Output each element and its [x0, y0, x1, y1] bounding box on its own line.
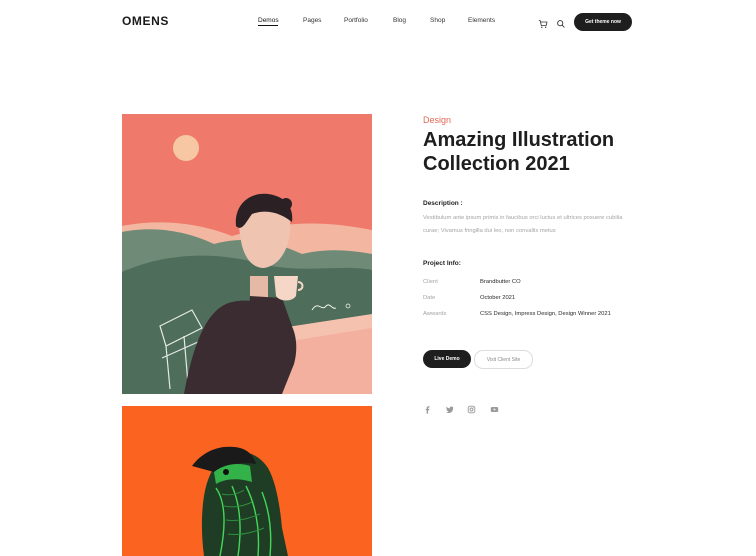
illustration-eagle: [122, 406, 372, 556]
info-label: Date: [423, 295, 436, 301]
live-demo-button[interactable]: Live Demo: [423, 350, 471, 368]
project-title: Amazing Illustration Collection 2021: [423, 129, 615, 175]
illustration-woman-coffee: [122, 114, 372, 394]
nav-active-underline: [258, 25, 278, 26]
description-heading: Description :: [423, 200, 463, 207]
nav-item-blog[interactable]: Blog: [393, 17, 406, 24]
info-value: October 2021: [480, 295, 516, 301]
nav-item-pages[interactable]: Pages: [303, 17, 321, 24]
info-row-client: Client Brandbutter CO: [423, 279, 643, 289]
info-value: CSS Design, Impress Design, Design Winne…: [480, 311, 611, 317]
logo[interactable]: OMENS: [122, 14, 169, 28]
info-label: Awwards: [423, 311, 447, 317]
twitter-icon[interactable]: [445, 401, 454, 414]
nav-item-demos[interactable]: Demos: [258, 17, 279, 24]
nav-item-shop[interactable]: Shop: [430, 17, 445, 24]
project-info-heading: Project Info:: [423, 260, 461, 267]
nav-item-elements[interactable]: Elements: [468, 17, 495, 24]
youtube-icon[interactable]: [490, 401, 499, 412]
info-value: Brandbutter CO: [480, 279, 521, 285]
instagram-icon[interactable]: [467, 401, 476, 414]
info-row-awards: Awwards CSS Design, Impress Design, Desi…: [423, 311, 643, 321]
facebook-icon[interactable]: [423, 401, 432, 414]
get-theme-button[interactable]: Get theme now: [574, 13, 632, 31]
search-icon[interactable]: [556, 16, 566, 28]
description-text: Vestibulum ante ipsum primis in faucibus…: [423, 215, 623, 234]
info-label: Client: [423, 279, 438, 285]
nav-item-portfolio[interactable]: Portfolio: [344, 17, 368, 24]
info-row-date: Date October 2021: [423, 295, 643, 305]
cart-icon[interactable]: [538, 16, 548, 28]
project-category: Design: [423, 115, 452, 125]
visit-client-site-button[interactable]: Visit Client Site: [474, 350, 533, 369]
